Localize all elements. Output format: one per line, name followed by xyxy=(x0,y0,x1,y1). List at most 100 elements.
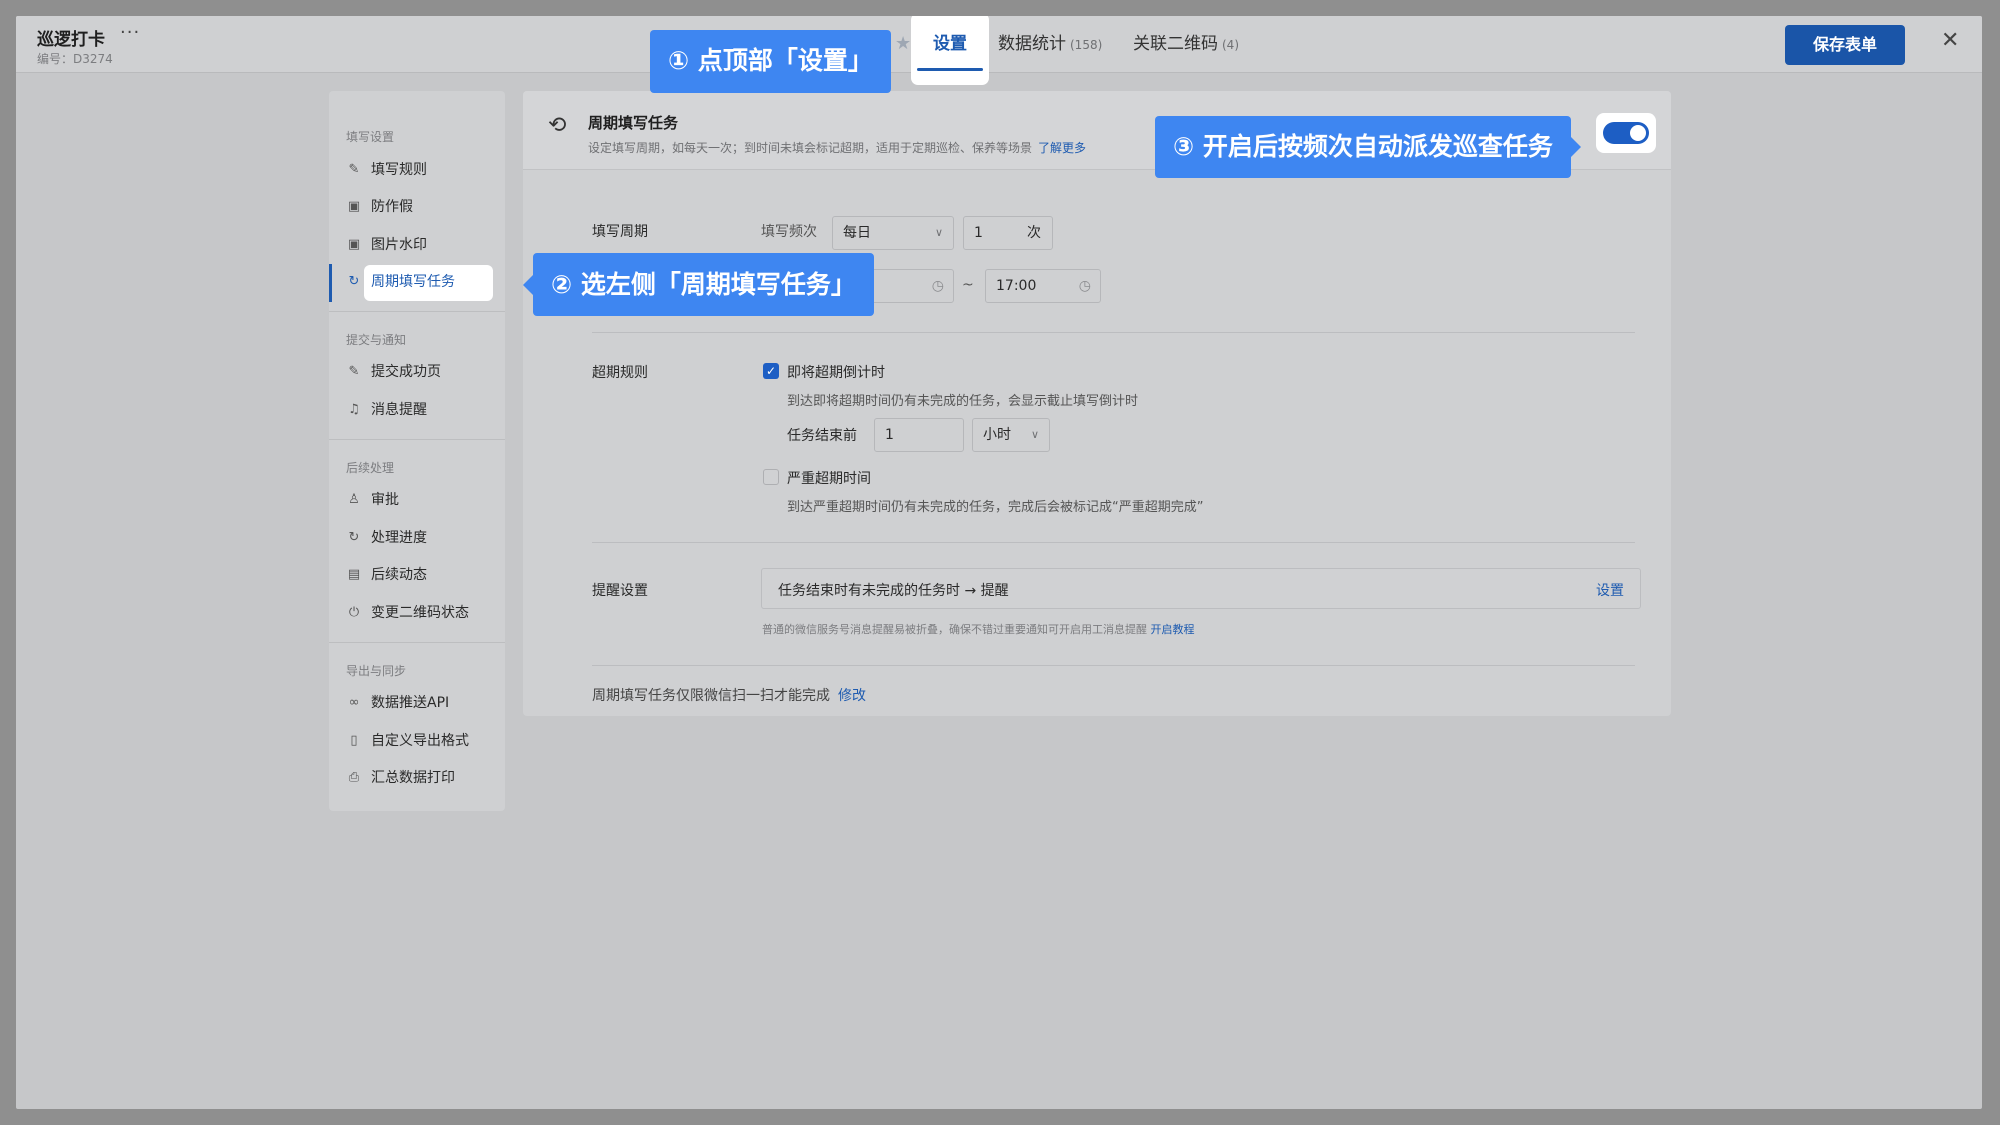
times-unit: 次 xyxy=(1027,225,1041,241)
reminder-rule-box: 任务结束时有未完成的任务时 → 提醒 设置 xyxy=(761,568,1641,609)
stamp-icon: ♙ xyxy=(348,492,360,507)
reminder-note-text: 普通的微信服务号消息提醒易被折叠，确保不错过重要通知可开启用工消息提醒 xyxy=(762,623,1147,636)
panel-description: 设定填写周期，如每天一次；到时间未填会标记超期，适用于定期巡检、保养等场景 了解更… xyxy=(588,139,1086,156)
sidebar-item-label: 消息提醒 xyxy=(371,402,427,418)
sidebar-group-submit: 提交与通知 xyxy=(346,333,407,347)
app-window: 巡逻打卡 ··· 编号：D3274 ★ 设置 数据统计 (158) 关联二维码 (4… xyxy=(16,16,1982,1109)
app-title: 巡逻打卡 xyxy=(37,30,105,50)
before-end-input[interactable]: 1 xyxy=(874,418,964,452)
countdown-checkbox[interactable]: ✓ xyxy=(763,363,779,379)
before-end-label: 任务结束前 xyxy=(787,428,857,444)
countdown-hint: 到达即将超期时间仍有未完成的任务，会显示截止填写倒计时 xyxy=(787,394,1139,409)
section-divider xyxy=(592,665,1635,666)
before-end-unit-select[interactable]: 小时 ∨ xyxy=(972,418,1050,452)
severe-overdue-hint: 到达严重超期时间仍有未完成的任务，完成后会被标记成“严重超期完成” xyxy=(787,500,1204,515)
sidebar-item-qr-status[interactable]: ⏻ 变更二维码状态 xyxy=(329,595,505,631)
close-icon[interactable]: ✕ xyxy=(1941,30,1959,52)
sidebar-item-label: 自定义导出格式 xyxy=(371,733,469,749)
sidebar-item-approval[interactable]: ♙ 审批 xyxy=(329,482,505,518)
top-header: 巡逻打卡 ··· 编号：D3274 ★ 设置 数据统计 (158) 关联二维码 (4… xyxy=(16,16,1982,85)
sidebar-item-label: 汇总数据打印 xyxy=(371,770,455,786)
tab-qrcode-label: 关联二维码 xyxy=(1133,34,1218,54)
time-range-separator: ~ xyxy=(962,277,974,293)
sidebar-group-fill: 填写设置 xyxy=(346,130,395,144)
sidebar-item-activity[interactable]: ▤ 后续动态 xyxy=(329,557,505,593)
printer-icon: ⎙ xyxy=(348,770,360,785)
sidebar-item-progress[interactable]: ↻ 处理进度 xyxy=(329,520,505,556)
sidebar-item-anti-fraud[interactable]: ▣ 防作假 xyxy=(329,189,505,225)
sidebar-item-label: 图片水印 xyxy=(371,237,427,253)
tutorial-link[interactable]: 开启教程 xyxy=(1151,623,1195,636)
frequency-label: 填写频次 xyxy=(761,224,817,240)
sidebar-item-export-format[interactable]: ▯ 自定义导出格式 xyxy=(329,723,505,759)
tab-statistics-count: (158) xyxy=(1070,38,1103,52)
sidebar-item-label: 处理进度 xyxy=(371,530,427,546)
cycle-icon: ⟲ xyxy=(548,113,567,138)
severe-overdue-checkbox[interactable] xyxy=(763,469,779,485)
clock-icon: ◷ xyxy=(931,278,944,294)
watermark-icon: ▣ xyxy=(347,237,361,252)
tab-statistics[interactable]: 数据统计 (158) xyxy=(998,16,1102,73)
more-icon[interactable]: ··· xyxy=(120,22,140,43)
sidebar-item-watermark[interactable]: ▣ 图片水印 xyxy=(329,227,505,263)
times-value: 1 xyxy=(974,225,983,241)
severe-overdue-label: 严重超期时间 xyxy=(787,471,871,487)
tab-qrcode[interactable]: 关联二维码 (4) xyxy=(1133,16,1239,73)
sidebar-item-label: 周期填写任务 xyxy=(371,274,455,290)
edit-icon: ✎ xyxy=(348,364,360,379)
frequency-value: 每日 xyxy=(843,225,871,241)
doc-icon: ▤ xyxy=(347,567,361,582)
tab-active-underline xyxy=(917,68,983,71)
sidebar-item-label: 提交成功页 xyxy=(371,364,441,380)
cycle-icon: ↻ xyxy=(348,530,360,545)
callout-step-2: ② 选左侧「周期填写任务」 xyxy=(523,253,874,316)
settings-sidebar: 填写设置 ✎ 填写规则 ▣ 防作假 ▣ 图片水印 ↻ 周期填写任务 提交与通知 … xyxy=(329,91,505,811)
cycle-icon: ↻ xyxy=(348,274,360,289)
save-form-button[interactable]: 保存表单 xyxy=(1785,25,1905,65)
star-icon[interactable]: ★ xyxy=(895,33,911,54)
sidebar-item-periodic-task[interactable]: ↻ 周期填写任务 xyxy=(329,264,505,302)
times-input[interactable]: 1 次 xyxy=(963,216,1053,250)
sidebar-group-export: 导出与同步 xyxy=(346,664,407,678)
chevron-down-icon: ∨ xyxy=(1030,428,1039,441)
sidebar-item-success-page[interactable]: ✎ 提交成功页 xyxy=(329,354,505,390)
sidebar-item-notification[interactable]: ♫ 消息提醒 xyxy=(329,392,505,428)
active-indicator xyxy=(329,264,332,302)
reminder-rule-text: 任务结束时有未完成的任务时 → 提醒 xyxy=(778,583,1009,599)
sidebar-item-push-api[interactable]: ∞ 数据推送API xyxy=(329,685,505,721)
modify-link[interactable]: 修改 xyxy=(838,688,866,704)
callout-step-1: ① 点顶部「设置」 xyxy=(650,30,891,93)
tab-settings-label: 设置 xyxy=(933,34,967,54)
end-time-value: 17:00 xyxy=(996,278,1037,294)
sidebar-item-fill-rules[interactable]: ✎ 填写规则 xyxy=(329,152,505,188)
footer-note-text: 周期填写任务仅限微信扫一扫才能完成 xyxy=(592,688,830,704)
clock-icon: ◷ xyxy=(1078,278,1091,294)
sidebar-item-label: 填写规则 xyxy=(371,162,427,178)
sidebar-item-label: 防作假 xyxy=(371,199,413,215)
reminder-set-link[interactable]: 设置 xyxy=(1596,580,1624,600)
before-end-value: 1 xyxy=(885,427,894,443)
periodic-task-panel: ⟲ 周期填写任务 设定填写周期，如每天一次；到时间未填会标记超期，适用于定期巡检… xyxy=(523,91,1671,716)
frequency-select[interactable]: 每日 ∨ xyxy=(832,216,954,250)
tab-settings[interactable]: 设置 xyxy=(911,16,989,85)
link-icon: ∞ xyxy=(348,695,360,710)
panel-title: 周期填写任务 xyxy=(588,114,679,132)
sidebar-divider xyxy=(329,439,505,440)
sidebar-divider xyxy=(329,642,505,643)
sidebar-item-print[interactable]: ⎙ 汇总数据打印 xyxy=(329,760,505,796)
reminder-label: 提醒设置 xyxy=(592,583,648,599)
periodic-task-toggle[interactable] xyxy=(1603,122,1649,144)
before-end-unit: 小时 xyxy=(983,427,1011,443)
end-time-input[interactable]: 17:00 ◷ xyxy=(985,269,1101,303)
power-icon: ⏻ xyxy=(348,605,360,620)
reminder-note: 普通的微信服务号消息提醒易被折叠，确保不错过重要通知可开启用工消息提醒 开启教程 xyxy=(762,621,1195,637)
sidebar-divider xyxy=(329,311,505,312)
bell-icon: ♫ xyxy=(348,402,360,417)
tab-qrcode-count: (4) xyxy=(1222,38,1239,52)
toggle-highlight xyxy=(1596,113,1656,153)
sidebar-item-label: 审批 xyxy=(371,492,399,508)
learn-more-link[interactable]: 了解更多 xyxy=(1038,141,1086,155)
section-divider xyxy=(592,542,1635,543)
toggle-knob xyxy=(1630,125,1646,141)
image-icon: ▣ xyxy=(347,199,361,214)
